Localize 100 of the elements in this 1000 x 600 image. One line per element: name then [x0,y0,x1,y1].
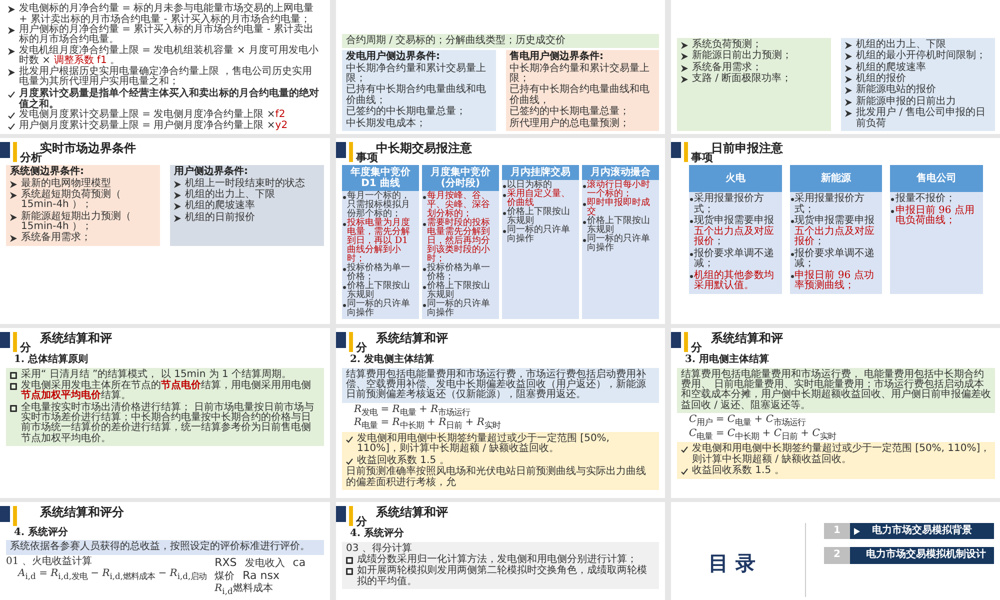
formula-term: RXS [214,556,237,568]
formula-term: 发电收入 [244,558,285,570]
item-text: 成绩分数采用归一化计算方法，发电侧和用电侧分别进行计算； [357,554,637,565]
title-marker-icon [0,142,18,162]
item-text: 新能源超短期出力预测（ 15min-4h ）； [21,212,132,232]
slide-title-tail: 事项 [356,152,378,164]
slide-thumbnail[interactable]: 日前申报注意 事项 火电 采用报量报价方式； 现货申报需要申报 五个出力点及对应报价； 报价要求单调不递减； 机组的其他参数均采用默认值。 新能源 采用报量报价方式； 现货申报需要申报 五个出力点及对应报价； 报价要求单调不递减； 申报日前 96 点功率预测曲线； 售电公司 报量不报价； 申报日前 96 点用电负荷曲线； [671,138,1000,324]
slide-thumbnail[interactable] [671,328,1000,498]
dot-icon [423,268,426,272]
card-header: 月内滚动撮合 [582,165,659,180]
contents-number: 1 [824,523,850,540]
slide-thumbnail[interactable]: 合约周期 / 交易标的；分解曲线类型；历史成交价 发电用户侧边界条件: 中长期净合约量和累计交易量上限； 已持有中长期合约电量曲线和电价曲线； 已签约的中长期电量总量； 中长期发电成本； 售电用户侧边界条件: 中长期净合约量和累计交易量上限； 已持有中长期合约电量曲线和电价曲线， 已签约的中长期电量总量； 所代理用户的总电量预测； [336,0,665,134]
item-text: 机组的爬坡速率 [185,201,255,212]
card-header: 新能源 [790,165,882,192]
item-text: 最新的电网物理模型 [21,178,111,189]
contents-title: 目 录 [708,551,756,575]
dot-icon [790,198,794,202]
card-header: 月内挂牌交易 [502,165,579,180]
item-text: 系统负荷预测； [692,40,762,50]
slide-thumbnail[interactable]: 实时市场边界条件 分析 系统侧边界条件: 最新的电网物理模型 系统超短期负荷预测（ 15min-4h ）； 新能源超短期出力预测（ 15min-4h ）； 系统备用需求； 用户侧边界条件: 机组上一时段结束时的状态 机组的出力上、下限 机组的爬坡速率 机组的日前报价 [0,138,330,324]
dot-icon [343,223,346,226]
item-text: 系统超短期负荷预测（ 15min-4h ）； [21,190,122,210]
item-text: 发电侧和用电侧中长期签约量超过或少于一定范围 [50%, 110%]，则计算中长期超额 / 缺额收益回收。 [357,434,610,454]
slide-thumbnail[interactable] [336,328,665,498]
slide-title-tail: 分 [20,342,31,354]
dot-icon [503,185,506,188]
item-text: 现货申报需要申报 五个出力点及对应报价； [794,216,876,248]
formula: C$_{电量}$ = C$_{中长期}$ + C$_{日前}$ + C$_{实时}$ [689,428,836,440]
contents-label: 电力市场交易模拟机制设计 [866,550,986,561]
slide-title-tail: 分析 [20,152,42,164]
formula-term: ca [292,556,306,568]
item-text: 支路 / 断面极限功率； [692,74,792,84]
dot-icon [891,210,894,213]
section-heading: 4. 系统评分 [14,528,69,538]
dot-icon [503,212,506,216]
item-text: 采用“ 日清月结 ”的结算模式， 以 15min 为 1 个结算周期。 [21,370,292,380]
item-text: 机组的日前报价 [185,212,255,224]
play-arrow-icon [854,528,860,535]
dot-icon [583,221,586,224]
item-text: 批发用户 / 售电公司申报的日前负荷 [856,108,987,129]
item-text: 已签约的中长期电量总量； [510,107,630,118]
item-text: 新能源电站的报价 [856,85,936,96]
formula-term: Ra nsx [242,570,280,582]
slide-thumbnail[interactable]: 目 录 1 电力市场交易模拟背景 2 电力市场交易模拟机制设计 [671,502,1000,600]
box-heading: 发电用户侧边界条件: [346,52,441,62]
dot-icon [583,239,586,242]
card-header: 售电公司 [890,165,984,192]
item-text: 机组的爬坡速率 [856,62,926,73]
section-heading: 3. 用电侧主体结算 [685,355,770,366]
item-text: 新能源日前出力预测； [692,51,792,62]
slide-title-tail: 分 [356,516,367,528]
item-text: 机组的最小开停机时间限制； [856,51,986,62]
item-text: 同一标的只许单向操作 [507,226,571,244]
item-text: 合约周期 / 交易标的；分解曲线类型；历史成交价 [346,36,566,46]
item-text: 采用报量报价方式； [794,194,865,215]
dot-icon [423,286,426,290]
slide-thumbnail[interactable]: 系统结算和评 分 4. 系统评分 03 、得分计算 成绩分数采用归一化计算方法，发电侧和用电侧分别进行计算； 如开展两轮模拟则发用两侧第二轮模拟时交换角色，成绩取两轮模拟的平均值。 [336,502,665,600]
title-marker-icon [336,332,354,352]
item-text: 新能源申报的日前出力 [856,96,956,107]
dot-icon [503,230,506,234]
dot-icon [790,274,794,278]
dot-icon [790,220,794,224]
formula: A$_{i,d}$ = R$_{i,d,发电}$ − R$_{i,d,燃料成本}$ − R$_{i,d,启动}$ [18,569,207,581]
title-marker-icon [671,142,689,162]
item-text: 发电机组月度净合约量上限 = 发电机组装机容量 × 月度可用发电小时数 × 调整系数 f1 。 [19,46,320,66]
item-text: 中长期净合约量和累计交易量上限； [510,64,650,84]
slide-thumbnail[interactable]: 系统结算和评 分 1. 总体结算原则 采用“ 日清月结 ”的结算模式， 以 15min 为 1 个结算周期。 发电侧采用发电主体所在节点的节点电价结算，用电侧采用用电侧 节点加权平均电价结算。 全电量按实时市场出清价格进行结算； 日前市场电量按日前市场与实时市场差价进行结算；中长期合约电量按中长期合约的价格与日前市场统一结算价的差价进行结算，统一结算参考价为日前售电侧节点加权平均电价。 [0,328,330,498]
item-text: 机组的出力上、下限 [856,40,946,50]
dot-icon [423,196,426,200]
item-text: 所代理用户的总电量预测； [510,118,630,129]
item-text: 结算费用包括电能量费用和市场运行费， 电能量费用包括中长期合约费用、 日前电能量费用、实时电能量费用；市场运行费包括启动成本和空载成本分摊，用户侧中长期超额收益回收、用户侧日前申报偏差收益回收 / 返还、阻塞返还等。 [681,370,991,412]
section-heading: 1. 总体结算原则 [14,355,89,366]
item-text: 中长期发电成本； [346,118,426,129]
slide-thumbnail[interactable]: 系统负荷预测； 新能源日前出力预测； 系统备用需求； 支路 / 断面极限功率； 机组的出力上、下限 机组的最小开停机时间限制； 机组的爬坡速率 机组的报价 新能源电站的报价 新能源申报的日前出力 批发用户 / 售电公司申报的日前负荷 [671,0,1000,134]
item-text: 机组上一时段结束时的状态 [185,178,305,189]
slide-title: 实时市场边界条件 [40,142,136,155]
item-text: 系统备用需求； [692,62,762,73]
contents-label: 电力市场交易模拟背景 [872,526,972,536]
item-text: 报价要求单调不递减； [694,248,775,270]
item-text: 机组的出力上、下限 [185,190,275,200]
dot-icon [583,203,586,206]
contents-bar[interactable]: 电力市场交易模拟背景 [850,523,994,540]
slide-thumbnail[interactable] [0,0,330,134]
title-marker-icon [336,142,354,162]
slide-title: 系统结算和评 [40,332,112,345]
dot-icon [423,304,426,308]
contents-number: 2 [824,547,850,564]
item-text: 同一标的只许单向操作 [587,235,651,254]
slide-title: 中长期交易报注意 [376,142,472,155]
slide-thumbnail[interactable] [336,138,665,324]
item-text: 机组的其他参数均采用默认值。 [694,270,775,292]
title-marker-icon [671,332,689,352]
item-text: 中长期净合约量和累计交易量上限； [346,64,487,84]
slide-thumbnail[interactable]: 系统结算和评分 4. 系统评分 系统依据各参赛人员获得的总收益，按照设定的评价标准进行评价。 01 、火电收益计算 A$_{i,d}$ = R$_{i,d,发电}$ − R$_{i,d,燃料成本}$ − R$_{i,d,启动}$ RXS 发电收入 ca 煤价 Ra nsx R$_{i,d}$燃料成本 [0,502,330,600]
dot-icon [690,220,693,224]
dot-icon [343,268,346,272]
contents-bar[interactable]: 电力市场交易模拟机制设计 [850,547,994,564]
formula: C$_{用户}$ = C$_{电量}$ + C$_{市场运行}$ [689,415,806,427]
slide-title-tail: 事项 [691,152,713,164]
item-text: 批发用户根据历史实用电量确定净合约量上限 ，售电公司历史实用电量为其所代理用户实用电量之和； [19,66,314,88]
